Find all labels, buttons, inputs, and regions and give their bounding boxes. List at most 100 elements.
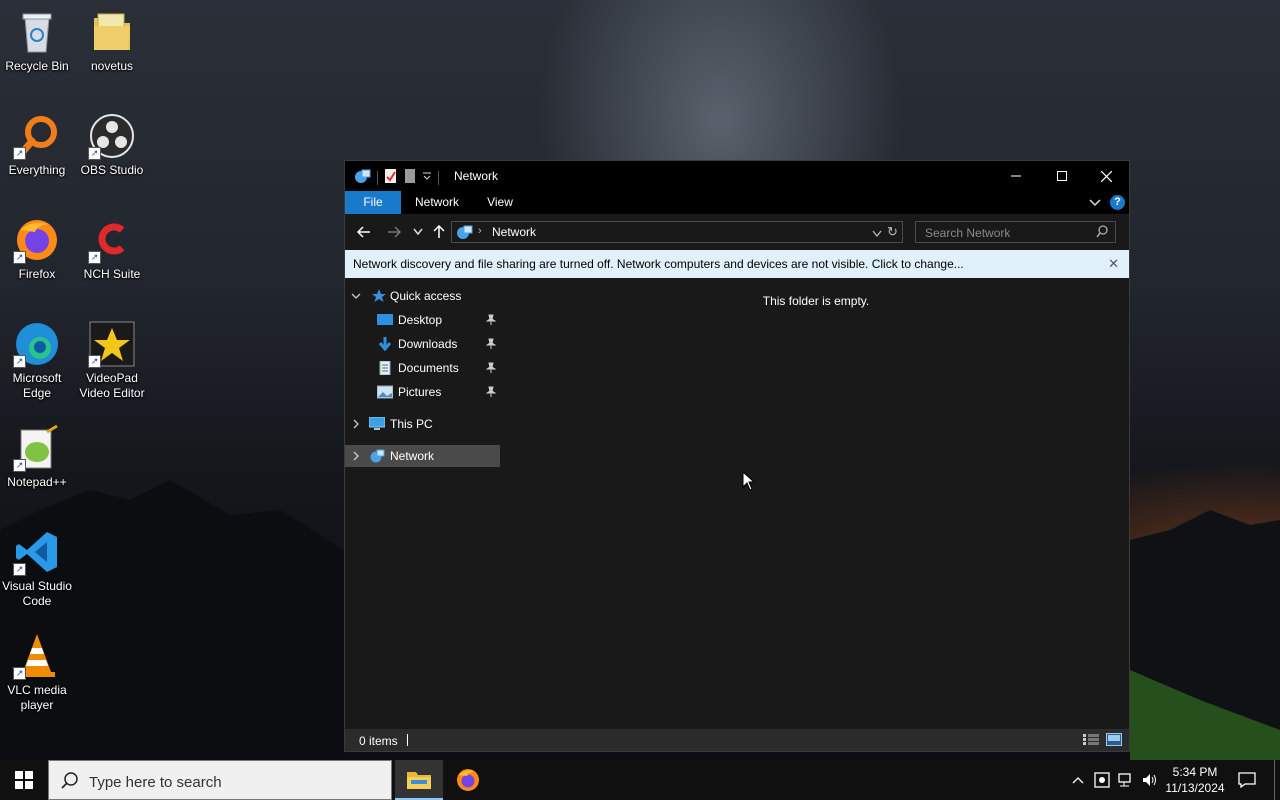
ribbon-tabs: File Network View ?: [345, 191, 1129, 214]
network-icon: [353, 168, 371, 187]
nav-item-pictures[interactable]: Pictures: [345, 381, 500, 403]
desktop-icon-label: novetus: [90, 59, 134, 73]
recent-locations-chevron-icon[interactable]: [408, 222, 428, 242]
infobar-message[interactable]: Network discovery and file sharing are t…: [353, 257, 964, 271]
chevron-right-icon[interactable]: [351, 418, 361, 429]
address-bar[interactable]: › Network ↻: [451, 221, 903, 243]
nav-label: Network: [390, 449, 435, 463]
taskbar-clock[interactable]: 5:34 PM 11/13/2024: [1160, 764, 1230, 796]
details-view-icon[interactable]: [1083, 734, 1099, 749]
search-box[interactable]: [915, 221, 1116, 243]
desktop-icon-everything[interactable]: ↗ Everything: [0, 112, 76, 178]
taskbar-search-input[interactable]: [87, 772, 381, 792]
nav-item-documents[interactable]: Documents: [345, 357, 500, 379]
customize-toolbar-chevron-icon[interactable]: [422, 171, 432, 185]
title-bar[interactable]: Network: [345, 161, 1129, 191]
vscode-icon: ↗: [13, 528, 61, 576]
shortcut-arrow-icon: ↗: [13, 251, 26, 264]
nav-item-desktop[interactable]: Desktop: [345, 309, 500, 331]
desktop-icon-label: Notepad++: [7, 475, 67, 489]
nch-suite-icon: ↗: [88, 216, 136, 264]
desktop-icon-label: VideoPad Video Editor: [79, 371, 145, 400]
breadcrumb-network[interactable]: Network: [492, 225, 536, 239]
expand-ribbon-chevron-icon[interactable]: [1089, 197, 1101, 211]
vlc-icon: ↗: [13, 632, 61, 680]
shortcut-arrow-icon: ↗: [13, 563, 26, 576]
recycle-bin-icon: [13, 8, 61, 56]
chevron-right-icon[interactable]: [351, 450, 361, 461]
search-icon: [61, 772, 78, 792]
network-icon: [369, 449, 385, 463]
back-button[interactable]: [354, 222, 374, 242]
nav-item-quick-access[interactable]: Quick access: [345, 285, 500, 307]
tab-network[interactable]: Network: [409, 191, 465, 214]
desktop-icon-novetus[interactable]: novetus: [73, 8, 151, 74]
address-dropdown-chevron-icon[interactable]: [872, 227, 882, 241]
search-input[interactable]: [923, 224, 1092, 242]
star-icon: [371, 289, 387, 303]
nav-item-this-pc[interactable]: This PC: [345, 413, 500, 435]
desktop-icon-vscode[interactable]: ↗ Visual Studio Code: [0, 528, 76, 609]
clock-time: 5:34 PM: [1172, 765, 1218, 779]
help-icon[interactable]: ?: [1110, 195, 1125, 210]
start-button[interactable]: [0, 760, 48, 800]
desktop-icon-notepadpp[interactable]: ↗ Notepad++: [0, 424, 76, 490]
taskbar-firefox[interactable]: [444, 760, 492, 800]
pin-icon: [485, 386, 497, 398]
large-icons-view-icon[interactable]: [1106, 733, 1122, 749]
show-desktop-button[interactable]: [1274, 760, 1275, 800]
folder-icon: [88, 8, 136, 56]
taskbar-file-explorer[interactable]: [395, 760, 443, 800]
close-button[interactable]: [1083, 161, 1129, 191]
network-discovery-infobar[interactable]: Network discovery and file sharing are t…: [345, 250, 1129, 278]
desktop-icon-vlc[interactable]: ↗ VLC media player: [0, 632, 76, 713]
chevron-down-icon[interactable]: [351, 290, 361, 300]
computer-icon: [368, 416, 386, 431]
show-hidden-icons-chevron-icon[interactable]: [1068, 760, 1088, 800]
breadcrumb-separator-icon: ›: [478, 225, 482, 237]
mouse-cursor-icon: [742, 471, 756, 491]
shortcut-arrow-icon: ↗: [88, 251, 101, 264]
nav-item-downloads[interactable]: Downloads: [345, 333, 500, 355]
empty-folder-message: This folder is empty.: [762, 294, 870, 308]
network-tray-icon[interactable]: [1116, 760, 1136, 800]
minimize-button[interactable]: [993, 161, 1039, 191]
volume-tray-icon[interactable]: [1140, 760, 1160, 800]
tab-file[interactable]: File: [345, 191, 401, 214]
network-icon: [455, 224, 473, 243]
notification-center-icon[interactable]: [1236, 760, 1258, 800]
taskbar-search-box[interactable]: [48, 760, 392, 800]
desktop-icon-label: Firefox: [18, 267, 56, 281]
search-icon[interactable]: [1096, 225, 1109, 241]
toolbar-divider: [438, 170, 439, 185]
up-button[interactable]: [429, 222, 449, 242]
desktop-icon-firefox[interactable]: ↗ Firefox: [0, 216, 76, 282]
desktop-icon-label: VLC media player: [7, 683, 67, 712]
forward-button[interactable]: [384, 222, 404, 242]
tab-view[interactable]: View: [475, 191, 525, 214]
desktop-icon-label: OBS Studio: [80, 163, 144, 177]
desktop-icon-videopad[interactable]: ↗ VideoPad Video Editor: [73, 320, 151, 401]
properties-icon[interactable]: [384, 168, 398, 187]
desktop-icon-obs-studio[interactable]: ↗ OBS Studio: [73, 112, 151, 178]
refresh-icon[interactable]: ↻: [887, 225, 898, 239]
file-list-pane[interactable]: This folder is empty.: [503, 279, 1129, 729]
desktop-icon-microsoft-edge[interactable]: ↗ Microsoft Edge: [0, 320, 76, 401]
nav-item-network[interactable]: Network: [345, 445, 500, 467]
navigation-pane: Quick access Desktop Downloads Documents…: [345, 279, 504, 729]
status-bar: 0 items: [345, 729, 1129, 751]
new-folder-icon[interactable]: [404, 168, 416, 187]
desktop-icon-nch-suite[interactable]: ↗ NCH Suite: [73, 216, 151, 282]
shortcut-arrow-icon: ↗: [13, 459, 26, 472]
pin-icon: [485, 362, 497, 374]
downloads-icon: [377, 337, 393, 352]
desktop-icon-recycle-bin[interactable]: Recycle Bin: [0, 8, 76, 74]
status-divider: [407, 734, 408, 746]
firefox-icon: [457, 769, 479, 791]
documents-icon: [377, 360, 393, 376]
maximize-button[interactable]: [1039, 161, 1085, 191]
file-explorer-window: Network File Network View ? › Network ↻ …: [344, 160, 1130, 752]
security-tray-icon[interactable]: [1092, 760, 1112, 800]
desktop-icon-label: Microsoft Edge: [12, 371, 62, 400]
close-infobar-icon[interactable]: ✕: [1108, 256, 1119, 272]
